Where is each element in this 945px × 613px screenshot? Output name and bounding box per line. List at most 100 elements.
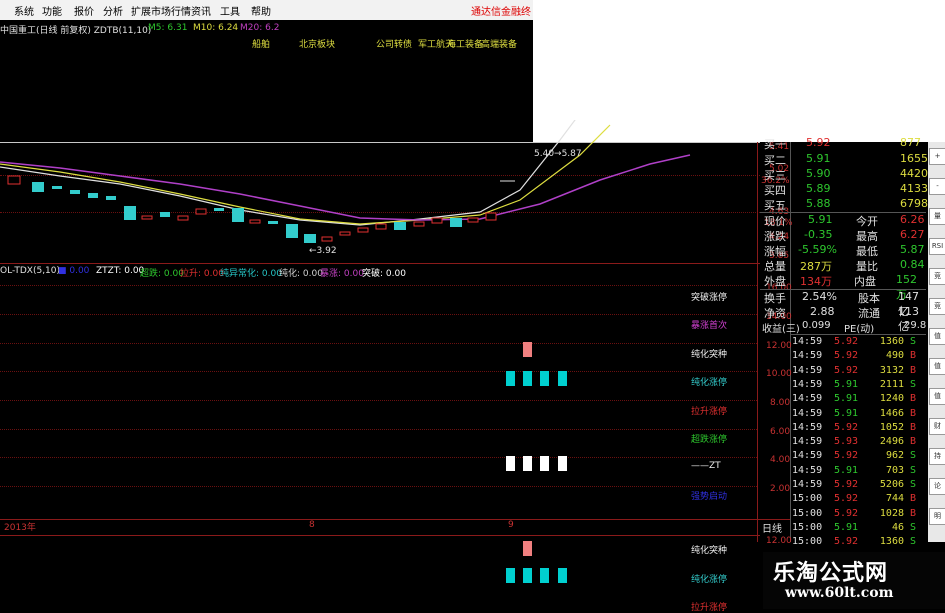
quote-row: 现价 5.91 今开 6.26 [764,213,925,228]
tick-price: 5.92 [834,536,859,548]
indicator-item: 突破: 0.00 [362,269,406,279]
bottom-axis-label: 12.00 [766,536,792,546]
indicator-item: 纯化: 0.00 [279,269,323,279]
signal-label: 拉升涨停 [691,603,728,613]
tick-vol: 46 [891,521,904,533]
tick-time: 14:59 [792,436,823,448]
grid-line [0,343,757,344]
tick-price: 5.92 [834,493,859,505]
ma10-label: M10: 6.24 [193,23,239,33]
indicator-axis-label: 2.00 [770,484,791,494]
tick-vol: 2111 [879,378,904,390]
tick-row: 14:59 5.92 1052 B [792,421,916,436]
tick-time: 14:59 [792,378,823,390]
axis-divider [757,142,758,542]
ma20-label: M20: 6.2 [240,23,280,33]
concept-tag[interactable]: 船舶 [252,37,270,50]
order-row: 买五 5.88 6798 [764,197,928,212]
quote-row: 涨跌 -0.35 最高 6.27 [764,228,925,243]
side-button[interactable]: 明 [929,508,945,525]
side-button[interactable]: 持 [929,448,945,465]
grid-line [0,285,757,286]
side-button[interactable]: 财 [929,418,945,435]
tick-price: 5.92 [834,507,859,519]
tick-side: S [909,521,916,533]
grid-line [0,486,757,487]
menu-item-3[interactable]: 分析 [103,3,123,18]
indicator-item: 拉升: 0.00 [180,269,224,279]
indicator-axis-label: 8.00 [770,398,791,408]
tick-row: 14:59 5.92 962 S [792,450,916,464]
tick-side: S [909,479,916,490]
concept-tag[interactable]: 公司转债 [376,37,412,50]
tick-price: 5.92 [834,364,859,376]
tick-price: 5.91 [834,464,859,476]
side-button[interactable]: 论 [929,478,945,495]
tick-vol: 703 [885,464,904,476]
tick-vol: 1028 [879,507,904,519]
tick-row: 15:00 5.92 744 B [792,493,916,507]
tick-row: 15:00 5.92 1028 B [792,507,916,522]
tick-side: S [909,536,916,548]
tick-vol: 3132 [879,364,904,376]
tick-side: B [909,493,916,505]
indicator-axis-label: 6.00 [770,427,791,437]
watermark: 乐淘公式网 www.60lt.com [763,552,945,609]
signal-label: 超跌涨停 [691,435,728,445]
side-button[interactable]: 值 [929,358,945,375]
menu-item-6[interactable]: 工具 [220,3,240,18]
tick-side: B [909,421,916,433]
period-tab[interactable]: 日线 [762,520,782,535]
side-button[interactable]: 值 [929,328,945,345]
tick-side: B [909,350,916,362]
concept-tag[interactable]: 高端装备 [481,37,517,50]
order-row: 买三 5.90 4420 [764,167,928,182]
side-button[interactable]: RSI [929,238,945,255]
menu-bar: 系统 功能 报价 分析 扩展市场行情 资讯 工具 帮助 通达信金融终 [0,0,533,20]
ma20-line [0,154,691,221]
menu-item-0[interactable]: 系统 [14,3,34,18]
indicator-axis-label: 10.00 [766,369,792,379]
tick-vol: 2496 [879,436,904,448]
side-button[interactable]: - [929,178,945,195]
side-button[interactable]: 量 [929,208,945,225]
bottom-signal-bars [506,541,567,583]
tick-vol: 5206 [879,479,904,490]
side-button[interactable]: 值 [929,388,945,405]
high-price-label: 5.40→5.87 [534,149,582,159]
tick-price: 5.91 [834,393,859,405]
menu-item-5[interactable]: 资讯 [191,3,211,18]
date-label: 2013年 [4,523,36,533]
tick-side: B [909,507,916,519]
tick-vol: 744 [885,493,904,505]
grid-line [0,371,757,372]
indicator-name: OL-TDX(5,10) [0,266,61,276]
tick-side: B [909,364,916,376]
concept-tag[interactable]: 北京板块 [299,37,335,50]
side-button[interactable]: 竞 [929,298,945,315]
side-button[interactable]: 竞 [929,268,945,285]
signal-bars [506,342,567,471]
price-chart[interactable] [0,120,757,263]
signal-label: 纯化突种 [691,350,728,360]
tick-time: 14:59 [792,450,823,462]
tick-vol: 1466 [879,407,904,419]
menu-item-4[interactable]: 扩展市场行情 [131,3,191,18]
tick-vol: 490 [885,350,904,362]
tick-row: 14:59 5.91 1240 B [792,393,916,407]
signal-label: ——ZT [691,461,721,471]
side-toolbar[interactable]: + - 量 RSI 竞竞值值值财持论明 [928,142,945,542]
concept-tag[interactable]: 海工装备 [447,37,483,50]
order-row: 买一 5.92 877 [764,136,921,151]
menu-item-7[interactable]: 帮助 [251,3,271,18]
chart-title: 中国重工(日线 前复权) ZDTB(11,10) [0,26,152,36]
indicator-axis-label: 4.00 [770,455,791,465]
menu-item-2[interactable]: 报价 [74,3,94,18]
tick-price: 5.91 [834,407,859,419]
side-button[interactable]: + [929,148,945,165]
menu-item-1[interactable]: 功能 [42,3,62,18]
tick-price: 5.92 [834,421,859,433]
tick-side: B [909,393,916,405]
grid-line [0,457,757,458]
indicator-item: 暴涨: 0.00 [320,269,364,279]
